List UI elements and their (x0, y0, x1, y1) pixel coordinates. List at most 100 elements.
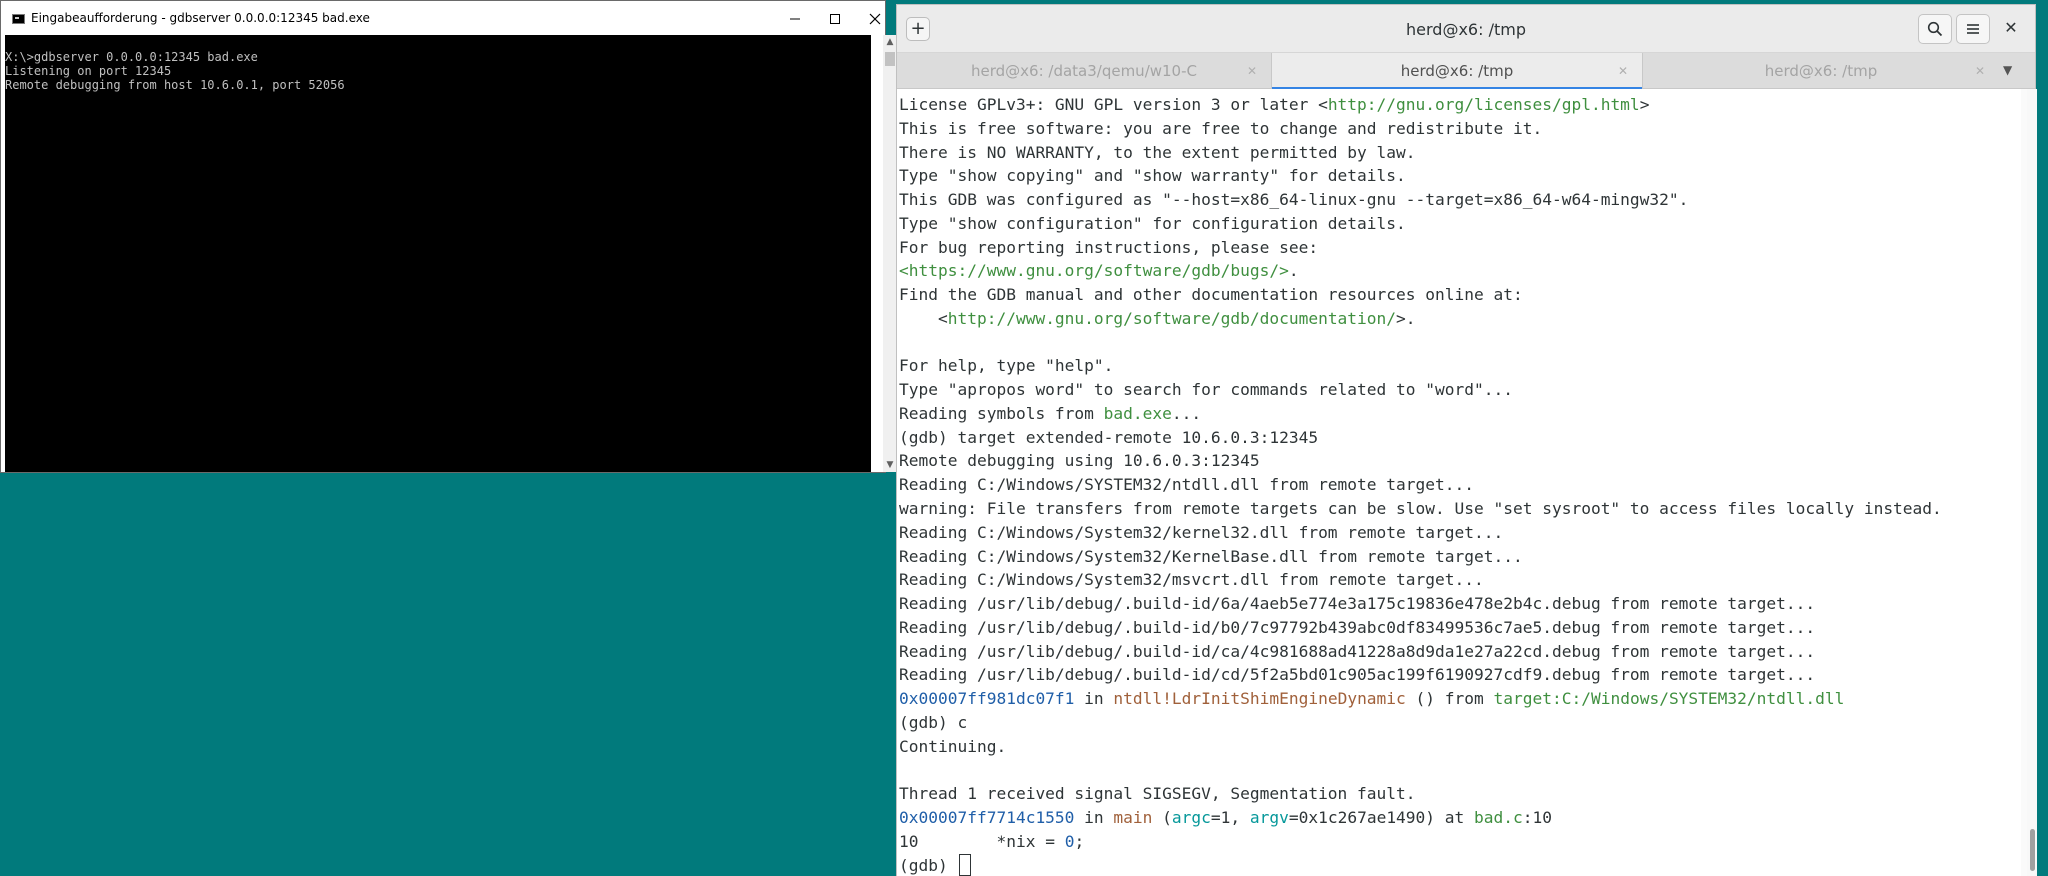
cmd-console-output[interactable]: X:\>gdbserver 0.0.0.0:12345 bad.exe Liste… (5, 35, 871, 472)
terminal-line: Reading /usr/lib/debug/.build-id/6a/4aeb… (899, 592, 2021, 616)
terminal-text-segment: Reading /usr/lib/debug/.build-id/cd/5f2a… (899, 665, 1816, 685)
terminal-text-segment: Reading /usr/lib/debug/.build-id/b0/7c97… (899, 617, 1816, 637)
terminal-line: Reading C:/Windows/SYSTEM32/ntdll.dll fr… (899, 473, 2021, 497)
terminal-line: License GPLv3+: GNU GPL version 3 or lat… (899, 93, 2021, 117)
terminal-text-segment: (gdb) target extended-remote 10.6.0.3:12… (899, 427, 1319, 447)
scrollbar-thumb[interactable] (885, 52, 895, 66)
terminal-text-segment: http://gnu.org/licenses/gpl.html (1327, 95, 1640, 114)
close-button[interactable] (853, 1, 897, 36)
console-icon (12, 14, 25, 24)
tab-close-icon[interactable]: ✕ (1975, 64, 1985, 78)
terminal-text-segment: 10 *nix = (899, 831, 1065, 851)
scroll-down-arrow-icon[interactable]: ▼ (883, 458, 897, 472)
terminal-text-segment: main (1113, 807, 1153, 827)
terminal-line: Find the GDB manual and other documentat… (899, 283, 2021, 307)
cmd-titlebar[interactable]: Eingabeaufforderung - gdbserver 0.0.0.0:… (1, 1, 885, 36)
tab-label: herd@x6: /data3/qemu/w10-C (970, 62, 1197, 80)
console-line: Remote debugging from host 10.6.0.1, por… (5, 78, 345, 93)
terminal-text-segment: Reading C:/Windows/System32/msvcrt.dll f… (899, 570, 1484, 590)
search-button[interactable] (1918, 14, 1952, 44)
terminal-tabbar: herd@x6: /data3/qemu/w10-C ✕ herd@x6: /t… (897, 53, 2035, 90)
terminal-text-segment: There is NO WARRANTY, to the extent perm… (899, 142, 1416, 162)
cmd-window: Eingabeaufforderung - gdbserver 0.0.0.0:… (0, 0, 897, 473)
terminal-line: warning: File transfers from remote targ… (899, 497, 2021, 521)
console-line: X:\>gdbserver 0.0.0.0:12345 bad.exe (5, 50, 258, 64)
terminal-text-segment: =0x1c267ae1490) at (1288, 807, 1475, 827)
terminal-text-segment: Remote debugging using 10.6.0.3:12345 (899, 451, 1260, 471)
terminal-line: Type "show copying" and "show warranty" … (899, 164, 2021, 188)
terminal-output[interactable]: License GPLv3+: GNU GPL version 3 or lat… (897, 89, 2021, 876)
scrollbar-thumb[interactable] (2030, 829, 2035, 871)
terminal-text-segment: in (1074, 807, 1114, 827)
minimize-button[interactable] (773, 1, 817, 36)
terminal-line: 0x00007ff7714c1550 in main (argc=1, argv… (899, 806, 2021, 830)
window-close-button[interactable]: ✕ (2001, 18, 2021, 38)
scroll-up-arrow-icon[interactable]: ▲ (883, 35, 897, 49)
terminal-line: Reading C:/Windows/System32/kernel32.dll… (899, 521, 2021, 545)
tab-label: herd@x6: /tmp (1764, 62, 1878, 80)
terminal-line: <https://www.gnu.org/software/gdb/bugs/>… (899, 259, 2021, 283)
terminal-text-segment: http://www.gnu.org/software/gdb/document… (947, 308, 1397, 328)
tab-tmp[interactable]: herd@x6: /tmp ✕ (1643, 53, 1999, 89)
tab-overflow-chevron-down-icon[interactable]: ▼ (2003, 63, 2012, 77)
terminal-line: Reading /usr/lib/debug/.build-id/ca/4c98… (899, 640, 2021, 664)
terminal-line: (gdb) (899, 853, 2021, 876)
terminal-line: Reading C:/Windows/System32/KernelBase.d… (899, 545, 2021, 569)
terminal-text-segment: Type "apropos word" to search for comman… (899, 380, 1513, 400)
maximize-button[interactable] (813, 1, 857, 36)
terminal-line: Thread 1 received signal SIGSEGV, Segmen… (899, 782, 2021, 806)
terminal-text-segment: > (1639, 95, 1650, 114)
terminal-text-segment: argc (1171, 807, 1211, 827)
terminal-text-segment: Reading /usr/lib/debug/.build-id/6a/4aeb… (899, 594, 1816, 614)
terminal-text-segment: Reading C:/Windows/System32/kernel32.dll… (899, 522, 1504, 542)
terminal-text-segment: Reading symbols from (899, 403, 1104, 423)
terminal-line: For bug reporting instructions, please s… (899, 236, 2021, 260)
tab-data3-qemu[interactable]: herd@x6: /data3/qemu/w10-C ✕ (897, 53, 1271, 89)
terminal-text-segment: :10 (1522, 807, 1553, 827)
terminal-text-segment: >. (1396, 308, 1416, 328)
terminal-line: 0x00007ff981dc07f1 in ntdll!LdrInitShimE… (899, 687, 2021, 711)
tab-close-icon[interactable]: ✕ (1247, 64, 1257, 78)
tab-close-icon[interactable]: ✕ (1618, 64, 1628, 78)
terminal-line: There is NO WARRANTY, to the extent perm… (899, 141, 2021, 165)
terminal-text-segment: This is free software: you are free to c… (899, 118, 1543, 138)
terminal-window: + herd@x6: /tmp ✕ herd@x6: /data3/qemu/w… (896, 4, 2037, 876)
terminal-line: Type "show configuration" for configurat… (899, 212, 2021, 236)
terminal-text-segment: bad.exe (1103, 403, 1172, 423)
terminal-text-segment: =1, (1210, 807, 1250, 827)
terminal-line: Continuing. (899, 735, 2021, 759)
terminal-text-segment: Type "show configuration" for configurat… (899, 213, 1406, 233)
terminal-text-segment: For bug reporting instructions, please s… (899, 237, 1319, 257)
console-line: Listening on port 12345 (5, 64, 172, 79)
terminal-line: <http://www.gnu.org/software/gdb/documen… (899, 307, 2021, 331)
menu-button[interactable] (1956, 14, 1990, 44)
terminal-line: Reading symbols from bad.exe... (899, 402, 2021, 426)
terminal-text-segment: warning: File transfers from remote targ… (899, 499, 1942, 519)
terminal-line: Reading /usr/lib/debug/.build-id/cd/5f2a… (899, 663, 2021, 687)
terminal-text-segment: . (1288, 261, 1299, 281)
terminal-text-segment: Thread 1 received signal SIGSEGV, Segmen… (899, 784, 1416, 804)
cmd-scrollbar[interactable]: ▲ ▼ (883, 35, 897, 472)
terminal-text-segment: argv (1249, 807, 1289, 827)
terminal-text-segment: 0 (1064, 831, 1075, 851)
tab-tmp-active[interactable]: herd@x6: /tmp ✕ (1271, 53, 1643, 90)
terminal-text-segment: License GPLv3+: GNU GPL version 3 or lat… (899, 95, 1328, 114)
terminal-scrollbar[interactable] (2027, 89, 2037, 876)
search-icon (1927, 21, 1943, 37)
terminal-text-segment: Type "show copying" and "show warranty" … (899, 166, 1406, 186)
terminal-text-segment: For help, type "help". (899, 356, 1114, 376)
terminal-text-segment: This GDB was configured as "--host=x86_6… (899, 190, 1689, 210)
cmd-window-title: Eingabeaufforderung - gdbserver 0.0.0.0:… (31, 11, 370, 25)
maximize-icon (830, 13, 840, 24)
terminal-text-segment: 0x00007ff7714c1550 (899, 807, 1075, 827)
terminal-headerbar[interactable]: + herd@x6: /tmp ✕ (897, 5, 2035, 53)
terminal-text-segment: Reading C:/Windows/SYSTEM32/ntdll.dll fr… (899, 475, 1474, 495)
text-cursor (959, 853, 972, 876)
terminal-line: (gdb) c (899, 711, 2021, 735)
terminal-text-segment: () from (1405, 689, 1494, 709)
tab-label: herd@x6: /tmp (1400, 62, 1514, 80)
terminal-text-segment: ntdll!LdrInitShimEngineDynamic (1113, 689, 1406, 709)
terminal-line: For help, type "help". (899, 354, 2021, 378)
hamburger-menu-icon (1967, 24, 1979, 34)
